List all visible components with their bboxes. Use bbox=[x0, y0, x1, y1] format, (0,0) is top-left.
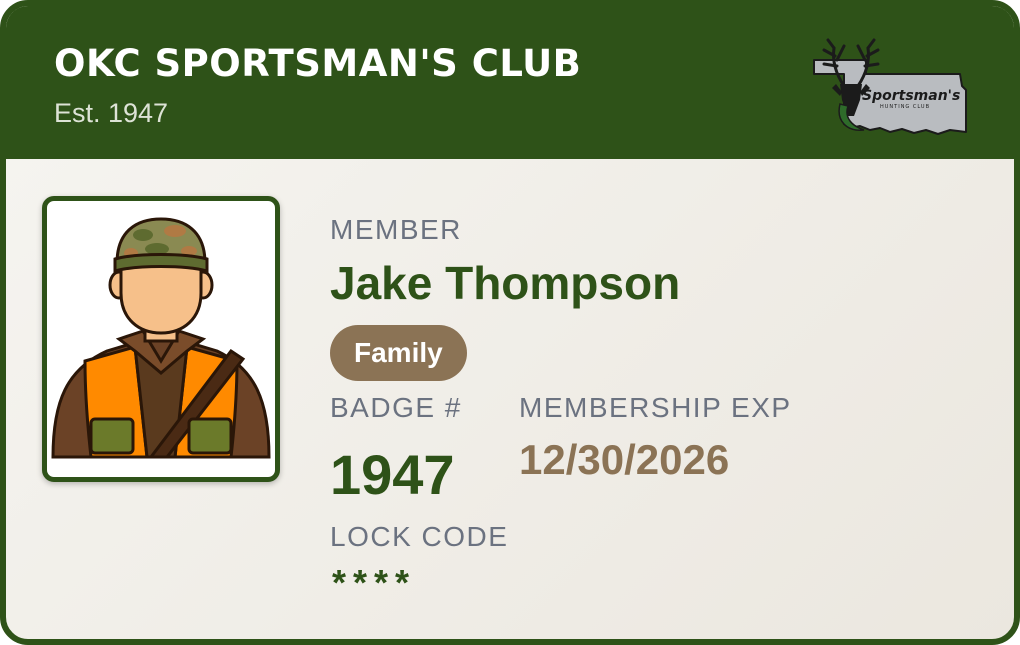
member-name: Jake Thompson bbox=[330, 257, 681, 309]
member-label: MEMBER bbox=[330, 214, 462, 245]
established-text: Est. 1947 bbox=[54, 98, 169, 128]
membership-exp-date: 12/30/2026 bbox=[519, 436, 730, 483]
badge-number: 1947 bbox=[330, 443, 455, 506]
deer-head-oklahoma-logo: Sportsman's HUNTING CLUB bbox=[813, 38, 967, 135]
logo-text-main: Sportsman's bbox=[862, 88, 960, 104]
club-logo: Sportsman's HUNTING CLUB bbox=[810, 34, 970, 138]
club-name: OKC SPORTSMAN'S CLUB bbox=[54, 42, 582, 85]
membership-exp-label: MEMBERSHIP EXP bbox=[519, 392, 792, 423]
hunter-avatar-icon bbox=[51, 217, 271, 459]
card-header: OKC SPORTSMAN'S CLUB Est. 1947 Sportsman… bbox=[6, 6, 1014, 159]
badge-number-label: BADGE # bbox=[330, 392, 462, 423]
lock-code-value: **** bbox=[332, 562, 417, 603]
lock-code-label: LOCK CODE bbox=[330, 521, 509, 552]
logo-text-sub: HUNTING CLUB bbox=[880, 104, 930, 110]
membership-tier-badge: Family bbox=[330, 325, 467, 381]
member-photo bbox=[42, 196, 280, 482]
membership-card: OKC SPORTSMAN'S CLUB Est. 1947 Sportsman… bbox=[0, 0, 1020, 645]
